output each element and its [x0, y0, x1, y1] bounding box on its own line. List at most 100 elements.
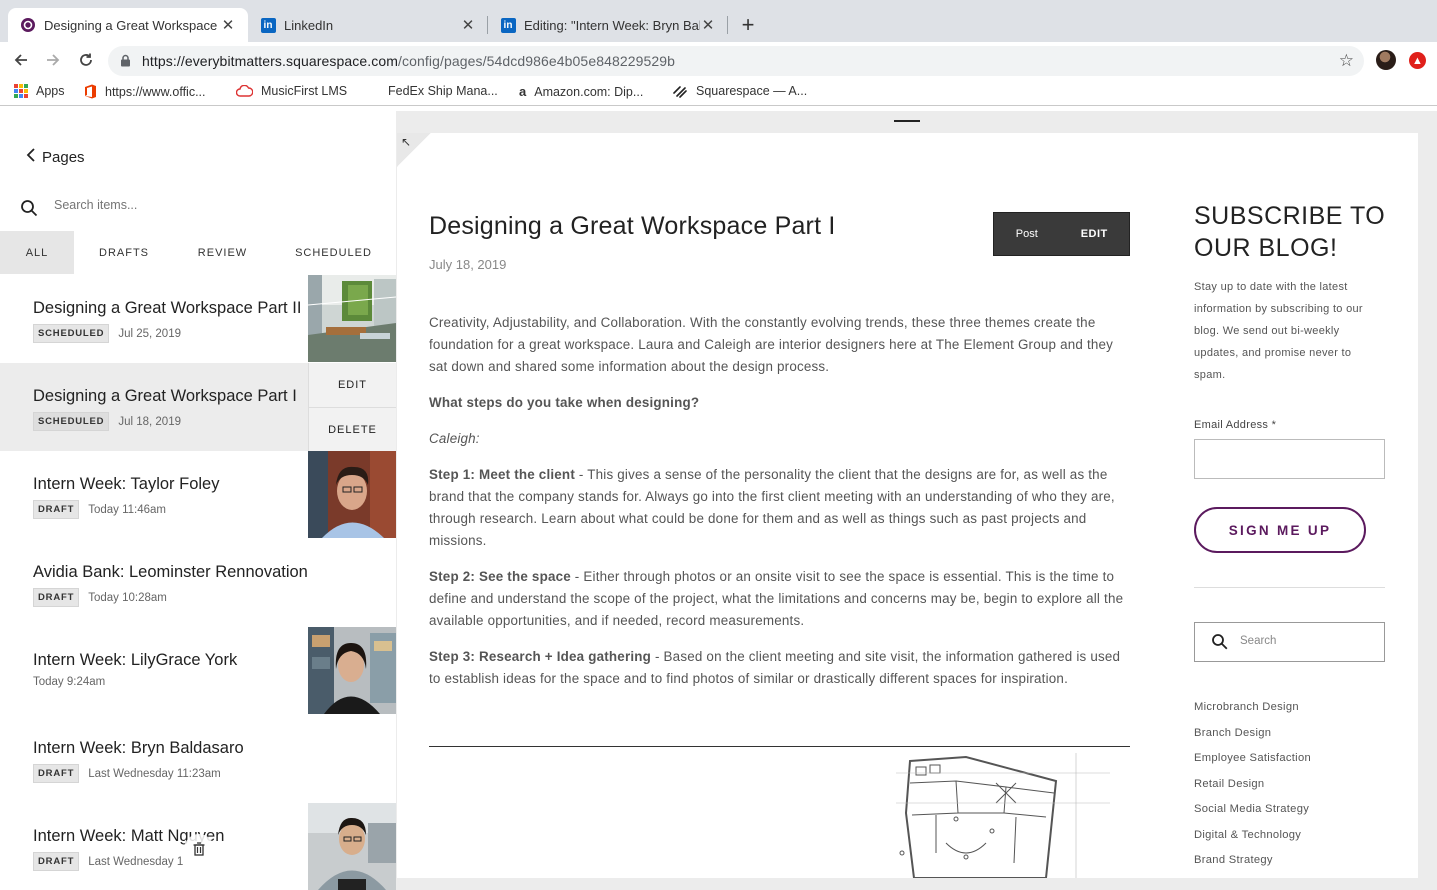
filter-scheduled[interactable]: SCHEDULED — [271, 231, 396, 274]
drag-handle[interactable] — [894, 120, 920, 122]
search-input[interactable] — [54, 198, 354, 212]
edit-button[interactable]: EDIT — [308, 363, 396, 407]
subscribe-title: SUBSCRIBE TO OUR BLOG! — [1194, 202, 1386, 262]
workspace-thumbnail — [308, 275, 396, 362]
chevron-left-icon — [26, 147, 36, 168]
status-badge: DRAFT — [33, 764, 80, 783]
lock-icon — [120, 54, 131, 72]
item-title: Intern Week: LilyGrace York — [33, 651, 238, 669]
bookmark-amazon[interactable]: a Amazon.com: Dip... — [519, 84, 643, 99]
status-badge: DRAFT — [33, 852, 80, 871]
collapse-corner[interactable]: ↖ — [397, 133, 431, 167]
floorplan-image — [896, 753, 1110, 879]
extension-icon[interactable]: ▲ — [1409, 52, 1426, 69]
tab-title: LinkedIn — [284, 17, 334, 33]
item-date: Last Wednesday 1 — [88, 855, 184, 868]
linkedin-icon: in — [260, 17, 276, 33]
address-bar[interactable]: https://everybitmatters.squarespace.com/… — [108, 46, 1364, 76]
back-arrow-icon[interactable] — [10, 49, 32, 71]
reload-icon[interactable] — [75, 49, 97, 71]
list-item[interactable]: Intern Week: Bryn Baldasaro DRAFT Last We… — [0, 715, 396, 803]
post-edit-button[interactable]: Post EDIT — [993, 212, 1130, 256]
bookmark-squarespace[interactable]: Squarespace — A... — [672, 84, 807, 98]
back-to-pages[interactable]: Pages — [26, 147, 85, 168]
bookmark-apps[interactable]: Apps — [14, 84, 65, 98]
item-date: Today 9:24am — [33, 676, 106, 688]
filter-drafts[interactable]: DRAFTS — [74, 231, 174, 274]
bookmark-musicfirst[interactable]: MusicFirst LMS — [236, 84, 347, 98]
item-title: Designing a Great Workspace Part II — [33, 299, 302, 317]
item-date: Today 10:28am — [88, 591, 167, 604]
item-title: Intern Week: Taylor Foley — [33, 475, 220, 493]
bookmark-star-icon[interactable]: ☆ — [1339, 51, 1354, 71]
back-label: Pages — [42, 149, 85, 166]
category-link[interactable]: Employee Satisfaction — [1194, 748, 1311, 774]
item-date: Jul 25, 2019 — [118, 327, 181, 340]
tab-linkedin[interactable]: in LinkedIn ✕ — [248, 8, 488, 42]
amazon-icon: a — [519, 84, 527, 99]
bookmark-fedex[interactable]: FedEx Ship Mana... — [388, 84, 498, 98]
post-body: Creativity, Adjustability, and Collabora… — [429, 312, 1134, 704]
list-item[interactable]: Intern Week: LilyGrace York Today 9:24am — [0, 627, 396, 715]
bookmark-label: https://www.offic... — [105, 84, 206, 99]
trash-icon[interactable] — [184, 834, 214, 864]
email-label: Email Address * — [1194, 419, 1277, 431]
delete-button[interactable]: DELETE — [308, 407, 396, 451]
bookmark-label: Amazon.com: Dip... — [534, 84, 644, 99]
bookmark-label: MusicFirst LMS — [261, 84, 348, 98]
profile-avatar[interactable] — [1376, 50, 1396, 70]
status-badge: DRAFT — [33, 588, 80, 607]
tab-close-icon[interactable]: ✕ — [460, 16, 476, 34]
list-item[interactable]: Avidia Bank: Leominster Rennovation DRAF… — [0, 539, 396, 627]
blog-search-input[interactable]: Search — [1194, 622, 1385, 662]
category-link[interactable]: Branch Design — [1194, 723, 1311, 749]
category-link[interactable]: Brand Strategy — [1194, 850, 1311, 876]
post-title: Designing a Great Workspace Part I — [429, 212, 836, 240]
category-link[interactable]: Social Media Strategy — [1194, 799, 1311, 825]
url-text: https://everybitmatters.squarespace.com/… — [142, 53, 676, 69]
bookmark-label: Apps — [36, 84, 65, 98]
item-date: Last Wednesday 11:23am — [88, 767, 221, 780]
post-speaker: Caleigh: — [429, 431, 480, 446]
item-title: Intern Week: Bryn Baldasaro — [33, 739, 244, 757]
list-item[interactable]: Intern Week: Taylor Foley DRAFT Today 11:… — [0, 451, 396, 539]
email-field[interactable] — [1194, 439, 1385, 479]
sidebar-divider — [1194, 587, 1385, 588]
subscribe-description: Stay up to date with the latest informat… — [1194, 281, 1363, 381]
tab-close-icon[interactable]: ✕ — [220, 16, 236, 34]
bookmarks-bar: Apps https://www.offic... MusicFirst LMS… — [0, 78, 1437, 106]
forward-arrow-icon[interactable] — [42, 49, 64, 71]
filter-review[interactable]: REVIEW — [174, 231, 271, 274]
category-link[interactable]: Retail Design — [1194, 774, 1311, 800]
tab-editing-intern-week[interactable]: in Editing: "Intern Week: Bryn Bal ✕ — [488, 8, 728, 42]
tab-title: Designing a Great Workspace P — [44, 17, 220, 33]
squarespace-icon — [672, 84, 688, 98]
list-item-selected[interactable]: Designing a Great Workspace Part I SCHED… — [0, 363, 396, 451]
bookmark-label: FedEx Ship Mana... — [388, 84, 498, 98]
post-date: July 18, 2019 — [429, 257, 507, 272]
item-title: Avidia Bank: Leominster Rennovation — [33, 563, 308, 581]
office-icon — [84, 84, 97, 99]
search-icon — [1211, 633, 1228, 655]
sign-me-up-button[interactable]: SIGN ME UP — [1194, 507, 1366, 553]
new-tab-icon[interactable]: + — [738, 12, 758, 38]
list-item[interactable]: Designing a Great Workspace Part II SCHE… — [0, 275, 396, 363]
bookmark-office[interactable]: https://www.offic... — [84, 84, 206, 99]
filter-all[interactable]: ALL — [0, 231, 74, 274]
browser-toolbar: https://everybitmatters.squarespace.com/… — [0, 42, 1437, 78]
portrait-thumbnail — [308, 451, 396, 538]
bookmark-label: Squarespace — A... — [696, 84, 808, 98]
tab-close-icon[interactable]: ✕ — [700, 16, 716, 34]
tab-designing-workspace[interactable]: Designing a Great Workspace P ✕ — [8, 8, 248, 42]
post-question: What steps do you take when designing? — [429, 395, 700, 410]
step-1: Step 1: Meet the client - This gives a s… — [429, 467, 1115, 548]
squarespace-favicon-icon — [20, 17, 36, 33]
search-placeholder: Search — [1240, 635, 1277, 647]
arrow-up-left-icon: ↖ — [401, 135, 412, 149]
step-3: Step 3: Research + Idea gathering - Base… — [429, 649, 1121, 686]
items-search — [0, 195, 396, 221]
edit-label[interactable]: EDIT — [1060, 228, 1129, 240]
content-divider — [429, 746, 1130, 747]
category-link[interactable]: Microbranch Design — [1194, 697, 1311, 723]
category-link[interactable]: Digital & Technology — [1194, 825, 1311, 851]
